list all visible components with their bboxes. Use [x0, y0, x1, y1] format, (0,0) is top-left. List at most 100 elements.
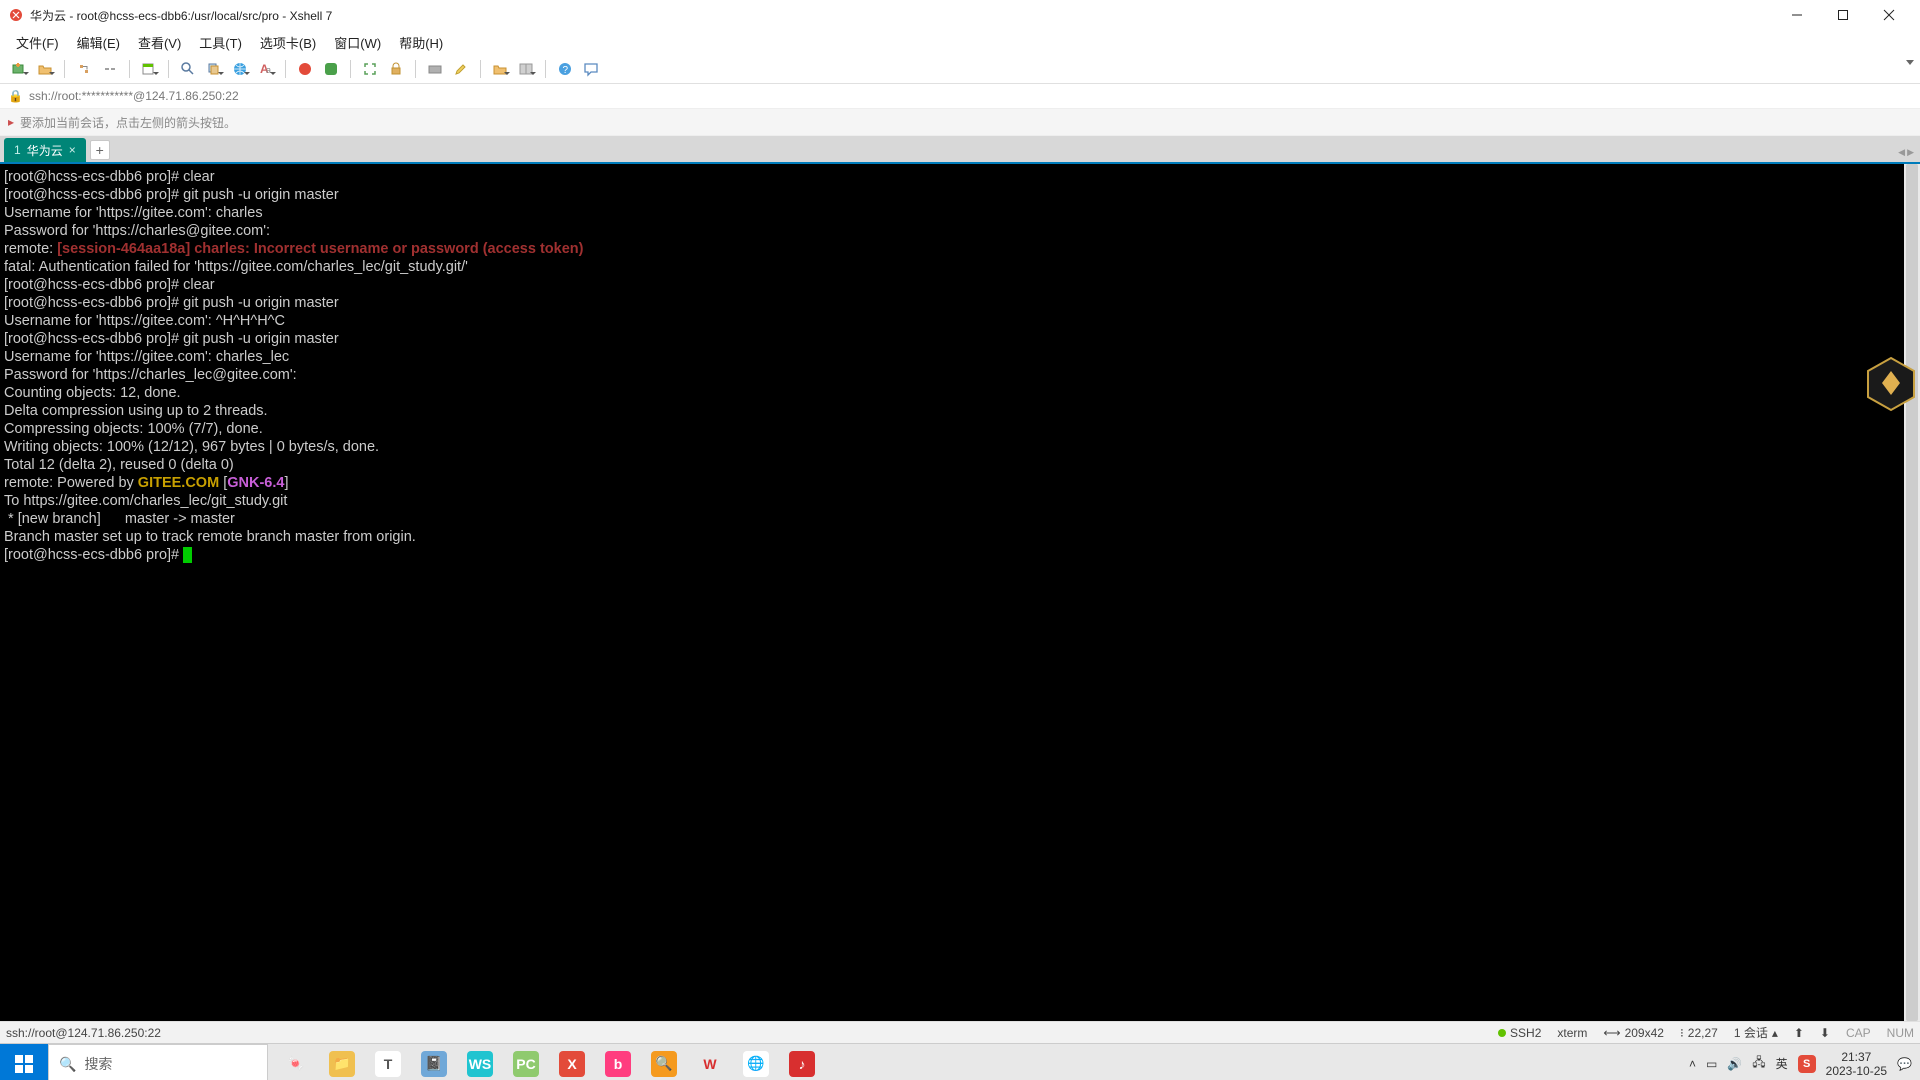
tray-volume-icon[interactable]: 🔊	[1727, 1057, 1742, 1071]
tab-index: 1	[14, 143, 21, 157]
tray-chevron-icon[interactable]: ˄	[1689, 1057, 1696, 1071]
tray-network-icon[interactable]: 🖧	[1752, 1053, 1765, 1074]
app-candy-icon[interactable]: 🍬	[274, 1044, 318, 1080]
xshell-icon[interactable]	[294, 58, 316, 80]
toolbar-separator	[545, 60, 546, 78]
system-tray: ˄ ▭ 🔊 🖧 英 S 21:37 2023-10-25 💬	[1681, 1044, 1920, 1080]
open-folder-button[interactable]	[34, 58, 56, 80]
menu-bar: 文件(F) 编辑(E) 查看(V) 工具(T) 选项卡(B) 窗口(W) 帮助(…	[0, 30, 1920, 54]
app-chrome-icon[interactable]: 🌐	[734, 1044, 778, 1080]
status-down-icon[interactable]: ⬇	[1820, 1026, 1830, 1040]
keyboard-button[interactable]	[424, 58, 446, 80]
toolbar-separator	[415, 60, 416, 78]
app-webstorm-icon[interactable]: WS	[458, 1044, 502, 1080]
close-button[interactable]	[1866, 0, 1912, 30]
floating-badge-icon[interactable]	[1862, 355, 1920, 413]
menu-view[interactable]: 查看(V)	[130, 31, 189, 54]
taskbar-search[interactable]: 🔍 搜索	[48, 1044, 268, 1080]
ssh-address[interactable]: ssh://root:***********@124.71.86.250:22	[29, 89, 239, 103]
svg-text:a: a	[266, 65, 271, 75]
layout-button[interactable]	[515, 58, 537, 80]
xftp-icon[interactable]	[320, 58, 342, 80]
status-num: NUM	[1887, 1026, 1914, 1040]
menu-help[interactable]: 帮助(H)	[391, 31, 451, 54]
connected-dot-icon	[1498, 1029, 1506, 1037]
tray-battery-icon[interactable]: ▭	[1706, 1057, 1717, 1071]
app-xshell-icon[interactable]: X	[550, 1044, 594, 1080]
new-session-button[interactable]	[8, 58, 30, 80]
help-button[interactable]: ?	[554, 58, 576, 80]
tab-label: 华为云	[27, 142, 63, 159]
terminal-scrollbar[interactable]	[1904, 164, 1920, 1021]
menu-edit[interactable]: 编辑(E)	[69, 31, 128, 54]
menu-tools[interactable]: 工具(T)	[191, 31, 250, 54]
new-tab-button[interactable]: +	[90, 140, 110, 160]
app-notepad-icon[interactable]: 📓	[412, 1044, 456, 1080]
tray-clock[interactable]: 21:37 2023-10-25	[1826, 1050, 1887, 1078]
hint-text: 要添加当前会话，点击左侧的箭头按钮。	[20, 114, 236, 131]
maximize-button[interactable]	[1820, 0, 1866, 30]
tray-sogou-icon[interactable]: S	[1798, 1055, 1816, 1073]
app-everything-icon[interactable]: 🔍	[642, 1044, 686, 1080]
menu-tabs[interactable]: 选项卡(B)	[252, 31, 324, 54]
toolbar-separator	[168, 60, 169, 78]
tray-notifications-icon[interactable]: 💬	[1897, 1057, 1912, 1071]
flag-icon: ▸	[8, 115, 14, 129]
toolbar-separator	[129, 60, 130, 78]
status-bar: ssh://root@124.71.86.250:22 SSH2 xterm ⟷…	[0, 1021, 1920, 1043]
toolbar-separator	[285, 60, 286, 78]
search-placeholder: 搜索	[84, 1054, 112, 1074]
disconnect-button[interactable]	[99, 58, 121, 80]
status-connection: ssh://root@124.71.86.250:22	[6, 1026, 161, 1040]
menu-window[interactable]: 窗口(W)	[326, 31, 389, 54]
window-titlebar: 华为云 - root@hcss-ecs-dbb6:/usr/local/src/…	[0, 0, 1920, 30]
menu-file[interactable]: 文件(F)	[8, 31, 67, 54]
app-wps-icon[interactable]: W	[688, 1044, 732, 1080]
copy-button[interactable]	[203, 58, 225, 80]
lock-icon: 🔒	[8, 89, 23, 103]
address-bar: 🔒 ssh://root:***********@124.71.86.250:2…	[0, 84, 1920, 108]
tab-prev-icon[interactable]: ◀	[1898, 147, 1905, 158]
session-tab-huawei[interactable]: 1 华为云 ×	[4, 138, 86, 162]
start-button[interactable]	[0, 1044, 48, 1080]
highlighter-button[interactable]	[450, 58, 472, 80]
xshell-logo-icon	[8, 7, 24, 23]
app-explorer-icon[interactable]: 📁	[320, 1044, 364, 1080]
fullscreen-button[interactable]	[359, 58, 381, 80]
globe-button[interactable]	[229, 58, 251, 80]
tab-next-icon[interactable]: ▶	[1907, 147, 1914, 158]
chat-icon[interactable]	[580, 58, 602, 80]
tray-date: 2023-10-25	[1826, 1064, 1887, 1078]
app-music-icon[interactable]: ♪	[780, 1044, 824, 1080]
minimize-button[interactable]	[1774, 0, 1820, 30]
tray-time: 21:37	[1826, 1050, 1887, 1064]
taskbar-apps: 🍬 📁 T 📓 WS PC X b 🔍 W 🌐 ♪	[268, 1044, 830, 1080]
properties-button[interactable]	[138, 58, 160, 80]
status-term-type: xterm	[1557, 1026, 1587, 1040]
status-cursor-pos: ⁝ 22,27	[1680, 1026, 1718, 1040]
find-button[interactable]	[177, 58, 199, 80]
scrollbar-thumb[interactable]	[1906, 164, 1918, 1021]
font-button[interactable]: Aa	[255, 58, 277, 80]
tab-nav: ◀ ▶	[1898, 147, 1914, 158]
toolbar-separator	[480, 60, 481, 78]
terminal[interactable]: [root@hcss-ecs-dbb6 pro]# clear [root@hc…	[0, 162, 1920, 1021]
folder2-button[interactable]	[489, 58, 511, 80]
toolbar-separator	[64, 60, 65, 78]
svg-text:?: ?	[563, 65, 569, 76]
windows-taskbar: 🔍 搜索 🍬 📁 T 📓 WS PC X b 🔍 W 🌐 ♪ ˄ ▭ 🔊 🖧 英…	[0, 1043, 1920, 1080]
toolbar-separator	[350, 60, 351, 78]
app-pycharm-icon[interactable]: PC	[504, 1044, 548, 1080]
window-title: 华为云 - root@hcss-ecs-dbb6:/usr/local/src/…	[30, 7, 1774, 24]
tray-ime[interactable]: 英	[1776, 1055, 1788, 1072]
toolbar-collapse-icon[interactable]	[1906, 60, 1914, 65]
app-text-icon[interactable]: T	[366, 1044, 410, 1080]
reconnect-button[interactable]	[73, 58, 95, 80]
status-dimensions: ⟷ 209x42	[1603, 1026, 1664, 1040]
lock-button[interactable]	[385, 58, 407, 80]
tab-close-icon[interactable]: ×	[69, 143, 76, 157]
status-sessions[interactable]: 1 会话 ▴	[1734, 1024, 1778, 1041]
search-icon: 🔍	[59, 1056, 76, 1073]
status-up-icon[interactable]: ⬆	[1794, 1026, 1804, 1040]
app-bilibili-icon[interactable]: b	[596, 1044, 640, 1080]
